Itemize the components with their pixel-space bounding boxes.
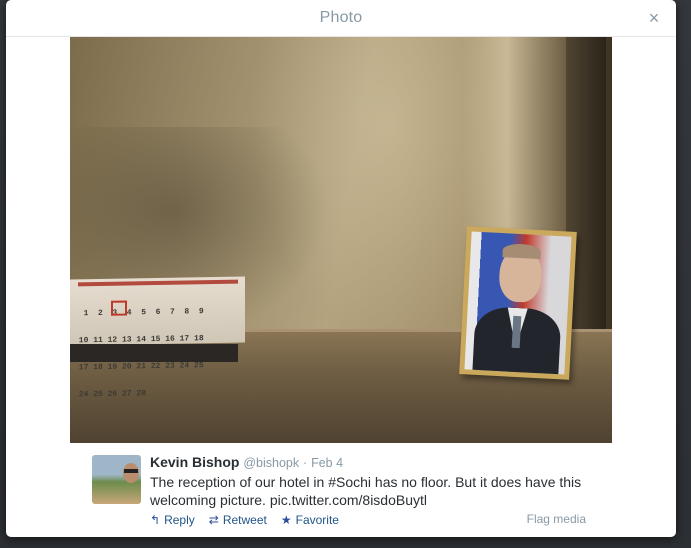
tweet-text: The reception of our hotel in #Sochi has… <box>150 474 582 508</box>
photo-modal: Photo × 1 2 3 4 5 6 7 8 9 10 11 12 13 14… <box>6 0 676 537</box>
tweet: Kevin Bishop @bishopk · Feb 4 The recept… <box>92 453 592 533</box>
calendar-row: 24 25 26 27 28 <box>74 389 147 400</box>
retweet-icon: ⇄ <box>208 513 219 527</box>
retweet-button[interactable]: ⇄ Retweet <box>209 513 267 527</box>
user-handle[interactable]: @bishopk <box>243 456 299 470</box>
avatar-sunglasses <box>124 469 138 473</box>
star-icon: ★ <box>280 513 292 527</box>
calendar-date-marker <box>111 300 127 316</box>
modal-header: Photo × <box>6 0 676 37</box>
tweet-body: Kevin Bishop @bishopk · Feb 4 The recept… <box>150 453 590 509</box>
portrait-hair <box>502 243 542 260</box>
favorite-button[interactable]: ★ Favorite <box>281 513 339 527</box>
framed-portrait <box>459 226 577 380</box>
tweet-header: Kevin Bishop @bishopk · Feb 4 <box>150 453 590 472</box>
reply-label: Reply <box>164 513 195 527</box>
portrait-image <box>464 231 572 375</box>
modal-title: Photo <box>319 9 363 26</box>
tweet-date[interactable]: Feb 4 <box>311 456 343 470</box>
desk-calendar: 1 2 3 4 5 6 7 8 9 10 11 12 13 14 15 16 1… <box>70 276 245 399</box>
separator: · <box>303 456 308 470</box>
retweet-label: Retweet <box>222 513 267 527</box>
calendar-row: 1 2 3 4 5 6 7 8 9 <box>74 307 204 319</box>
favorite-label: Favorite <box>295 513 339 527</box>
user-name[interactable]: Kevin Bishop <box>150 454 239 470</box>
reply-button[interactable]: ↰ Reply <box>150 513 195 527</box>
tweet-actions: ↰ Reply ⇄ Retweet ★ Favorite <box>150 513 339 527</box>
avatar-head <box>123 463 139 483</box>
calendar-base <box>70 344 238 362</box>
tweet-photo[interactable]: 1 2 3 4 5 6 7 8 9 10 11 12 13 14 15 16 1… <box>70 37 612 443</box>
portrait-tie <box>511 315 522 349</box>
calendar-row: 17 18 19 20 21 22 23 24 25 <box>74 361 204 373</box>
flag-media-link[interactable]: Flag media <box>527 512 586 526</box>
calendar-header <box>78 279 238 287</box>
close-icon[interactable]: × <box>644 8 664 28</box>
avatar[interactable] <box>92 455 141 504</box>
reply-arrow-icon: ↰ <box>150 513 161 527</box>
